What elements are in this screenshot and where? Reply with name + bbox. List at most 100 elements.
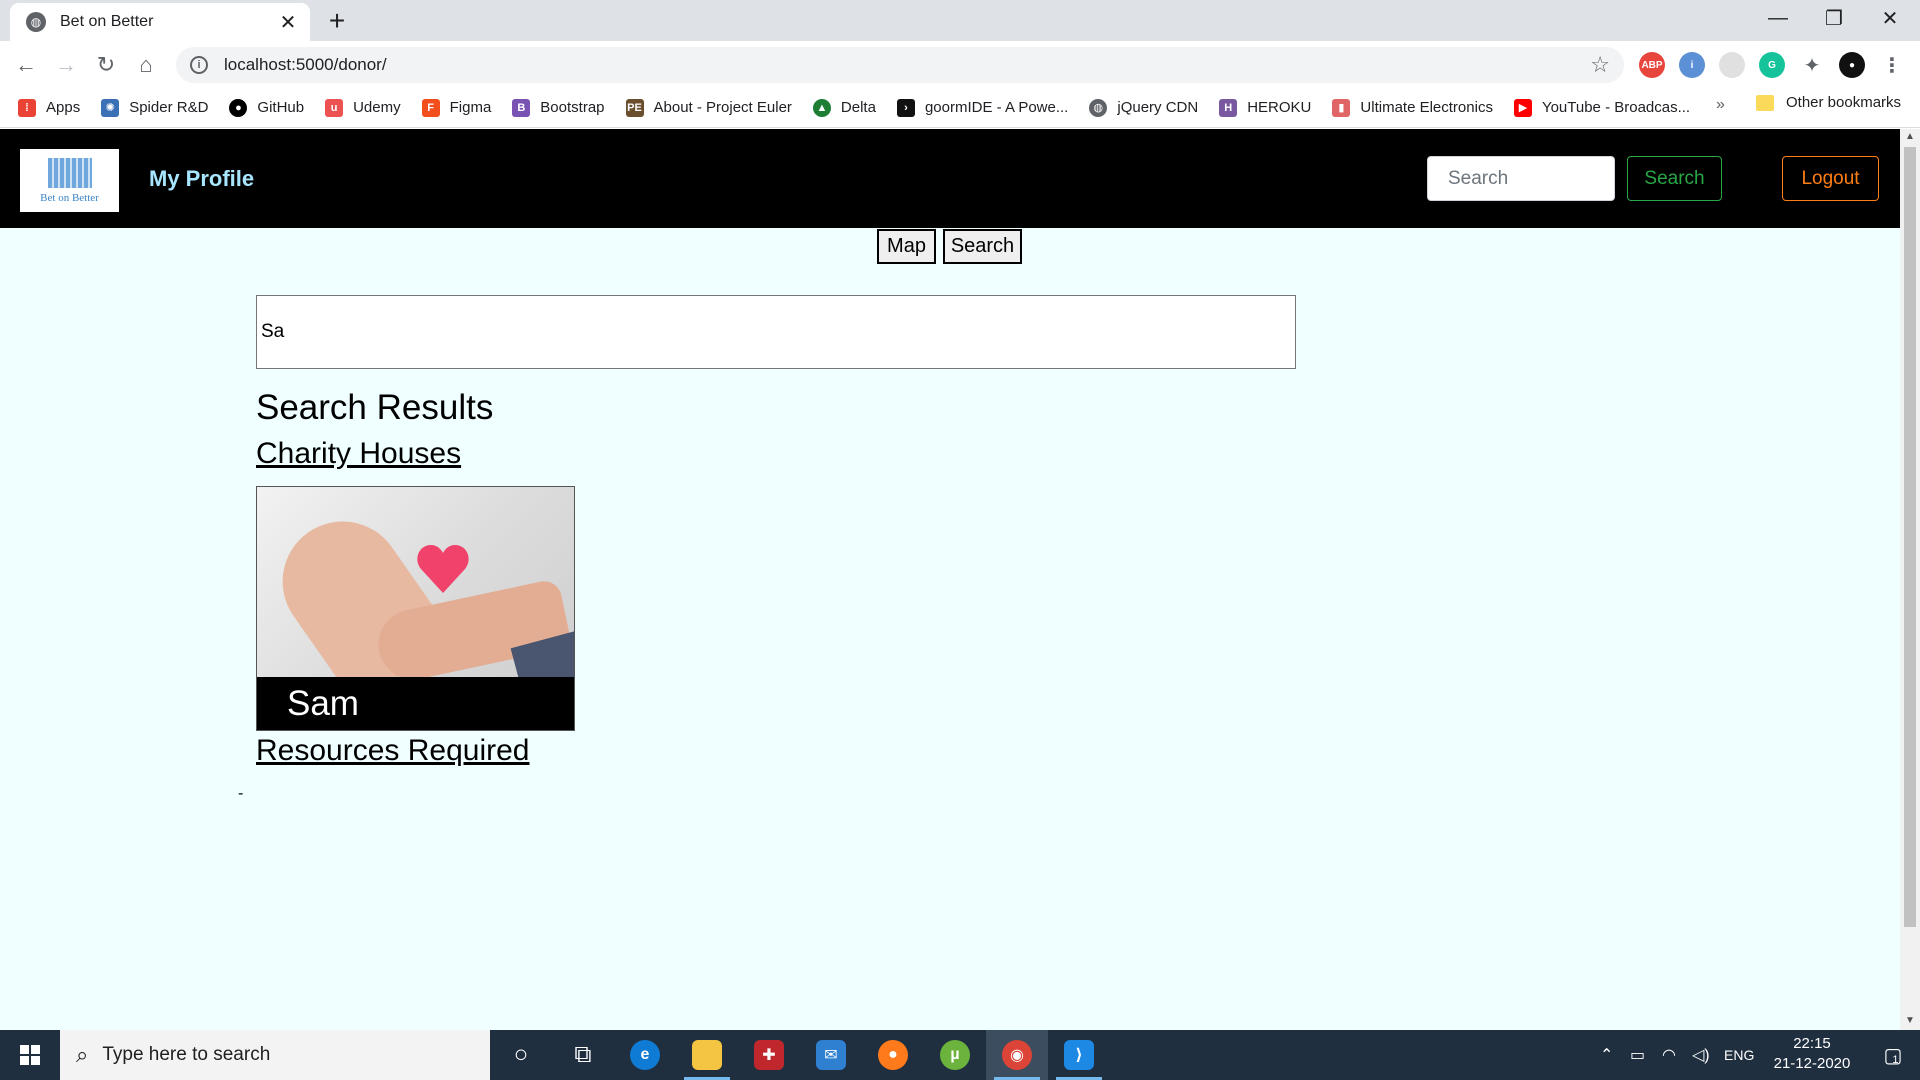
globe-icon: ◍ xyxy=(26,12,46,32)
address-bar[interactable]: i localhost:5000/donor/ ☆ xyxy=(176,47,1624,83)
book-icon: ▮ xyxy=(1332,98,1351,117)
bootstrap-icon: B xyxy=(512,98,531,117)
language-indicator[interactable]: ENG xyxy=(1724,1030,1754,1080)
euler-icon: PE xyxy=(625,98,644,117)
site-info-icon[interactable]: i xyxy=(190,56,208,74)
file-explorer-icon[interactable] xyxy=(676,1030,738,1080)
notification-center-icon[interactable]: ▢ 1 xyxy=(1862,1030,1920,1080)
chrome-icon[interactable]: ◉ xyxy=(986,1030,1048,1080)
bookmark-item[interactable]: ⁞ Apps xyxy=(18,98,80,117)
scroll-up-icon[interactable]: ▲ xyxy=(1905,131,1915,142)
map-toggle-button[interactable]: Map xyxy=(877,229,936,264)
taskbar-clock[interactable]: 22:15 21-12-2020 xyxy=(1762,1034,1862,1074)
clock-time: 22:15 xyxy=(1793,1035,1831,1052)
close-window-button[interactable]: ✕ xyxy=(1862,0,1918,36)
bookmark-item[interactable]: F Figma xyxy=(421,98,491,117)
windows-logo-icon xyxy=(20,1045,40,1065)
search-icon: ⌕ xyxy=(76,1042,89,1067)
profile-avatar[interactable]: ● xyxy=(1839,52,1865,78)
battery-icon[interactable]: ▭ xyxy=(1630,1030,1645,1080)
page-viewport: Bet on Better My Profile Search Search L… xyxy=(0,129,1900,1030)
browser-tab-strip: ◍ Bet on Better ✕ + — ❐ ✕ xyxy=(0,0,1920,41)
globe-icon: ◍ xyxy=(1089,98,1108,117)
minimize-button[interactable]: — xyxy=(1750,0,1806,36)
resources-empty-text: - xyxy=(238,785,244,802)
bookmark-item[interactable]: H HEROKU xyxy=(1219,98,1311,117)
show-hidden-icons[interactable]: ⌃ xyxy=(1600,1030,1613,1080)
firefox-icon[interactable]: ● xyxy=(862,1030,924,1080)
charity-search-input[interactable]: Sa xyxy=(256,295,1296,369)
resources-required-link[interactable]: Resources Required xyxy=(256,734,529,768)
wifi-icon[interactable]: ◠ xyxy=(1662,1030,1676,1080)
search-toggle-button[interactable]: Search xyxy=(943,229,1022,264)
bookmark-item[interactable]: ◍ jQuery CDN xyxy=(1089,98,1198,117)
search-results-heading: Search Results xyxy=(256,388,494,427)
restore-button[interactable]: ❐ xyxy=(1806,0,1862,36)
cortana-icon[interactable]: ○ xyxy=(490,1030,552,1080)
bookmark-item[interactable]: › goormIDE - A Powe... xyxy=(896,98,1068,117)
my-profile-link[interactable]: My Profile xyxy=(149,166,254,192)
grammarly-extension-icon[interactable]: G xyxy=(1759,52,1785,78)
back-arrow-icon[interactable]: ← xyxy=(10,49,42,81)
building-icon xyxy=(47,157,92,188)
clock-date: 21-12-2020 xyxy=(1773,1055,1851,1072)
address-url[interactable]: localhost:5000/donor/ xyxy=(224,55,1590,75)
charity-houses-link[interactable]: Charity Houses xyxy=(256,437,461,471)
scroll-down-icon[interactable]: ▼ xyxy=(1905,1015,1915,1026)
site-logo[interactable]: Bet on Better xyxy=(20,149,119,212)
bookmarks-overflow-icon[interactable]: » xyxy=(1716,96,1725,114)
mail-icon[interactable]: ✉ xyxy=(800,1030,862,1080)
bookmark-item[interactable]: u Udemy xyxy=(325,98,401,117)
bookmark-item[interactable]: ● GitHub xyxy=(229,98,304,117)
adblock-extension-icon[interactable]: ABP xyxy=(1639,52,1665,78)
scrollbar-thumb[interactable] xyxy=(1904,147,1916,927)
reload-icon[interactable]: ↻ xyxy=(90,49,122,81)
bookmark-item[interactable]: ▶ YouTube - Broadcas... xyxy=(1513,98,1690,117)
extensions-puzzle-icon[interactable]: ✦ xyxy=(1799,52,1825,78)
volume-icon[interactable]: ◁) xyxy=(1692,1030,1710,1080)
other-bookmarks[interactable]: Other bookmarks xyxy=(1756,94,1901,111)
apps-grid-icon: ⁞ xyxy=(18,98,36,117)
gift-app-icon[interactable]: ✚ xyxy=(738,1030,800,1080)
forward-arrow-icon[interactable]: → xyxy=(50,49,82,81)
bookmark-item[interactable]: ▮ Ultimate Electronics xyxy=(1332,98,1493,117)
github-icon: ● xyxy=(229,98,248,117)
task-view-icon[interactable]: ⧉ xyxy=(552,1030,614,1080)
extension-icon[interactable]: i xyxy=(1679,52,1705,78)
youtube-icon: ▶ xyxy=(1513,98,1532,117)
figma-icon: F xyxy=(421,98,440,117)
windows-taskbar: ⌕ Type here to search ○ ⧉ e ✚ ✉ ● µ ◉ ⟩ … xyxy=(0,1030,1920,1080)
bookmark-item[interactable]: B Bootstrap xyxy=(512,98,605,117)
charity-card[interactable]: Sam xyxy=(256,486,575,731)
home-icon[interactable]: ⌂ xyxy=(130,49,162,81)
charity-card-image xyxy=(257,487,574,677)
notification-count: 1 xyxy=(1892,1054,1899,1066)
taskbar-search-placeholder: Type here to search xyxy=(102,1044,271,1065)
bookmarks-bar: ⁞ Apps ✺ Spider R&D ● GitHub u Udemy F Figma … xyxy=(0,88,1920,128)
browser-menu-icon[interactable]: ⋮ xyxy=(1879,52,1905,78)
vscode-icon[interactable]: ⟩ xyxy=(1048,1030,1110,1080)
start-button[interactable] xyxy=(0,1030,60,1080)
bookmark-item[interactable]: ▲ Delta xyxy=(812,98,876,117)
bookmark-item[interactable]: PE About - Project Euler xyxy=(625,98,792,117)
new-tab-button[interactable]: + xyxy=(322,6,352,36)
page-scrollbar[interactable]: ▲ ▼ xyxy=(1900,129,1920,1030)
heart-icon xyxy=(417,545,469,593)
bookmark-star-icon[interactable]: ☆ xyxy=(1590,52,1610,78)
logout-button[interactable]: Logout xyxy=(1782,156,1879,201)
navbar-search-input[interactable]: Search xyxy=(1427,156,1615,201)
bookmark-item[interactable]: ✺ Spider R&D xyxy=(101,98,208,117)
spider-icon: ✺ xyxy=(101,98,120,117)
tab-title: Bet on Better xyxy=(60,13,154,30)
udemy-icon: u xyxy=(325,98,344,117)
site-navbar: Bet on Better My Profile Search Search L… xyxy=(0,129,1900,228)
tab-close-icon[interactable]: ✕ xyxy=(278,10,298,35)
extension-icon[interactable] xyxy=(1719,52,1745,78)
taskbar-search-box[interactable]: ⌕ Type here to search xyxy=(60,1030,490,1080)
edge-browser-icon[interactable]: e xyxy=(614,1030,676,1080)
logo-text: Bet on Better xyxy=(40,191,99,204)
heroku-icon: H xyxy=(1219,98,1238,117)
utorrent-icon[interactable]: µ xyxy=(924,1030,986,1080)
navbar-search-button[interactable]: Search xyxy=(1627,156,1722,201)
browser-tab[interactable]: ◍ Bet on Better ✕ xyxy=(10,3,310,41)
